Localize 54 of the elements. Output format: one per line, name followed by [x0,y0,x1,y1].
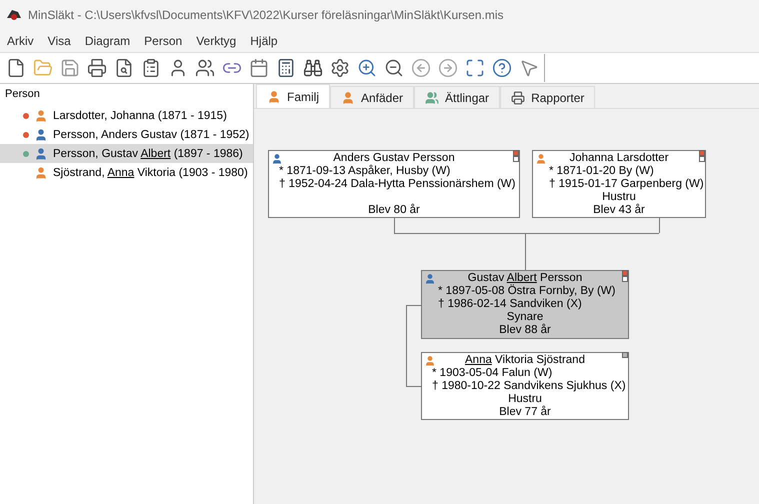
person-card[interactable]: Johanna Larsdotter * 1871-01-20 By (W) † 1915-01-17 Garpenberg (W) Hustru Blev 43 år [532,150,706,218]
life-event: † 1980-10-22 Sandvikens Sjukhus (X) [431,380,626,393]
age-label: Blev 77 år [499,406,551,419]
print-icon[interactable] [85,56,109,80]
menu-item[interactable]: Person [137,34,190,48]
life-event: * 1903-05-04 Falun (W) [431,367,552,380]
menu-item[interactable]: Visa [40,34,78,48]
person-name: Anders Gustav Persson [333,152,455,164]
person-name: Anna Viktoria Sjöstrand [465,354,585,367]
age-label: Blev 80 år [368,204,420,217]
life-event: † 1986-02-14 Sandviken (X) [437,298,582,311]
menu-item[interactable]: Diagram [78,34,138,48]
help-icon[interactable] [490,56,514,80]
people-icon [425,90,440,104]
person-card[interactable]: Anna Viktoria Sjöstrand * 1903-05-04 Falun (W) † 1980-10-22 Sandvikens Sjukhus (X) Hustru Blev 77 år [421,352,629,420]
relation-label: Hustru [602,191,636,204]
age-label: Blev 43 år [593,204,645,217]
menu-item[interactable]: Verktyg [189,34,244,48]
person-card[interactable]: Gustav Albert Persson * 1897-05-08 Östra Fornby, By (W) † 1986-02-14 Sandviken (X) Synare Blev 88 år [421,270,629,339]
tab[interactable]: Familj [256,84,330,108]
person-icon [341,90,355,104]
life-event: † 1915-01-17 Garpenberg (W) [548,178,704,191]
life-event: * 1871-01-20 By (W) [548,165,654,178]
relation-label: Hustru [508,393,542,406]
tab[interactable]: Anfäder [330,86,414,108]
person-list-item[interactable]: Persson, Anders Gustav (1871 - 1952) [0,125,253,144]
life-event: * 1897-05-08 Östra Fornby, By (W) [437,285,616,298]
person-card[interactable]: Anders Gustav Persson * 1871-09-13 Aspåker, Husby (W) † 1952-04-24 Dala-Hytta Penssionärshem (W) Blev 80 år [268,150,520,218]
person-icon [34,166,48,180]
panel-title: Person [4,88,41,102]
person-icon [535,153,547,165]
print-icon [511,90,526,104]
age-label: Blev 88 år [499,324,551,337]
person-name: Johanna Larsdotter [569,152,669,165]
person-list-item[interactable]: Persson, Gustav Albert (1897 - 1986) [0,144,253,163]
person-icon [34,128,48,142]
person-icon [34,146,48,160]
person-icon [267,90,281,104]
person-icon [271,153,283,165]
person-list-item[interactable]: Larsdotter, Johanna (1871 - 1915) [0,106,253,125]
person-name: Gustav Albert Persson [468,272,582,284]
person-icon [424,355,436,367]
tab[interactable]: Ättlingar [414,86,500,108]
life-event: * 1871-09-13 Aspåker, Husby (W) [278,165,450,178]
person-icon [34,108,48,122]
relation-label: Synare [506,311,544,324]
tab[interactable]: Rapporter [500,86,596,108]
person-list-item[interactable]: Sjöstrand, Anna Viktoria (1903 - 1980) [0,163,253,182]
menu-item[interactable]: Hjälp [243,34,285,48]
window-title: MinSläkt - C:\Users\kfvsl\Documents\KFV\2022\Kurser föreläsningar\MinSläkt\Kursen.mis [28,8,504,22]
life-event: † 1952-04-24 Dala-Hytta Penssionärshem (W) [278,178,516,191]
app-logo-icon [6,8,22,22]
person-icon [424,273,436,285]
menu-item[interactable]: Arkiv [0,34,41,48]
